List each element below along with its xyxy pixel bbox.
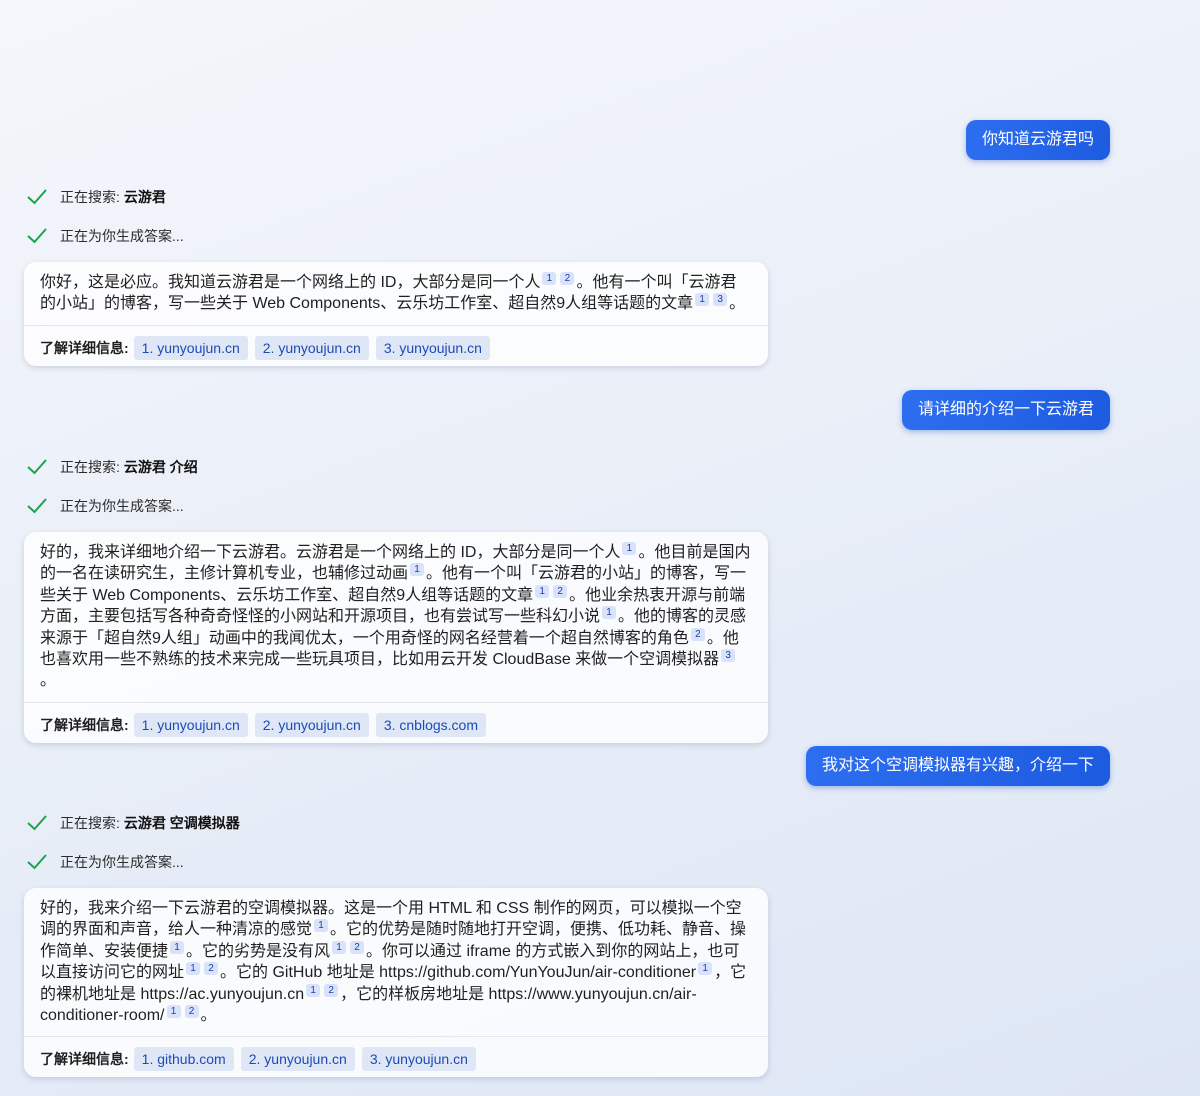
user-message: 我对这个空调模拟器有兴趣，介绍一下 [805, 746, 1110, 786]
checkmark-icon [27, 498, 47, 514]
search-query: 云游君 空调模拟器 [123, 815, 240, 831]
citation-marker[interactable]: 2 [324, 983, 339, 997]
search-query: 云游君 介绍 [123, 459, 198, 475]
generating-label: 正在为你生成答案... [60, 854, 184, 870]
user-message: 请详细的介绍一下云游君 [901, 390, 1110, 430]
user-message: 你知道云游君吗 [965, 120, 1110, 160]
source-link[interactable]: 1. yunyoujun.cn [133, 712, 248, 737]
answer-text: 好的，我来介绍一下云游君的空调模拟器。这是一个用 HTML 和 CSS 制作的网… [24, 888, 768, 1036]
citation-marker[interactable]: 1 [698, 962, 713, 976]
source-link[interactable]: 3. yunyoujun.cn [375, 335, 490, 360]
citation-marker[interactable]: 2 [690, 627, 705, 641]
citation-marker[interactable]: 3 [721, 649, 736, 663]
citation-marker[interactable]: 1 [622, 542, 637, 555]
sources-bar: 了解详细信息: 1. yunyoujun.cn 2. yunyoujun.cn … [24, 701, 768, 743]
sources-bar: 了解详细信息: 1. github.com 2. yunyoujun.cn 3.… [24, 1036, 768, 1077]
citation-marker[interactable]: 2 [350, 940, 365, 954]
citation-marker[interactable]: 1 [410, 563, 425, 577]
sources-label: 了解详细信息: [40, 716, 129, 733]
searching-label: 正在搜索: [60, 189, 120, 205]
generating-status: 正在为你生成答案... [26, 225, 184, 247]
answer-segment: 。 [40, 672, 57, 690]
answer-segment: 好的，我来详细地介绍一下云游君。云游君是一个网络上的 ID，大部分是同一个人 [40, 544, 621, 561]
generating-label: 正在为你生成答案... [60, 498, 184, 514]
answer-segment: 你好，这是必应。我知道云游君是一个网络上的 ID，大部分是同一个人 [40, 274, 541, 291]
checkmark-icon [27, 228, 47, 244]
generating-label: 正在为你生成答案... [60, 228, 184, 244]
citation-marker[interactable]: 1 [166, 1005, 181, 1019]
citation-marker[interactable]: 2 [184, 1005, 199, 1019]
answer-segment: 。 [729, 295, 746, 313]
citation-marker[interactable]: 1 [186, 962, 201, 976]
answer-segment: 。它的劣势是没有风 [186, 942, 331, 960]
checkmark-icon [27, 815, 47, 831]
source-link[interactable]: 2. yunyoujun.cn [240, 1047, 355, 1072]
answer-card: 你好，这是必应。我知道云游君是一个网络上的 ID，大部分是同一个人 1 2 。他有一个… [24, 262, 768, 366]
checkmark-icon [27, 189, 47, 205]
search-status: 正在搜索: 云游君 空调模拟器 [26, 812, 240, 834]
searching-label: 正在搜索: [60, 459, 120, 475]
source-link[interactable]: 2. yunyoujun.cn [254, 712, 369, 737]
citation-marker[interactable]: 1 [314, 919, 329, 933]
citation-marker[interactable]: 1 [542, 272, 557, 285]
answer-card: 好的，我来介绍一下云游君的空调模拟器。这是一个用 HTML 和 CSS 制作的网… [24, 888, 768, 1078]
answer-card: 好的，我来详细地介绍一下云游君。云游君是一个网络上的 ID，大部分是同一个人 1。… [24, 532, 768, 743]
citation-marker[interactable]: 2 [553, 584, 568, 598]
answer-text: 好的，我来详细地介绍一下云游君。云游君是一个网络上的 ID，大部分是同一个人 1。… [24, 532, 768, 702]
sources-bar: 了解详细信息: 1. yunyoujun.cn 2. yunyoujun.cn … [24, 324, 768, 366]
citation-marker[interactable]: 1 [306, 983, 321, 997]
search-query: 云游君 [123, 189, 166, 205]
citation-marker[interactable]: 1 [695, 293, 710, 307]
checkmark-icon [27, 854, 47, 870]
source-link[interactable]: 3. yunyoujun.cn [361, 1047, 476, 1072]
search-status: 正在搜索: 云游君 介绍 [26, 456, 198, 478]
answer-segment: 。 [200, 1007, 217, 1025]
answer-text: 你好，这是必应。我知道云游君是一个网络上的 ID，大部分是同一个人 1 2 。他有一个… [24, 262, 768, 325]
source-link[interactable]: 1. github.com [133, 1047, 234, 1072]
citation-marker[interactable]: 1 [602, 606, 617, 620]
sources-label: 了解详细信息: [40, 339, 129, 356]
citation-marker[interactable]: 2 [204, 962, 219, 976]
checkmark-icon [27, 459, 47, 475]
generating-status: 正在为你生成答案... [26, 495, 184, 517]
source-link[interactable]: 2. yunyoujun.cn [254, 335, 369, 360]
sources-label: 了解详细信息: [40, 1051, 129, 1068]
source-link[interactable]: 3. cnblogs.com [375, 712, 486, 737]
citation-marker[interactable]: 2 [560, 272, 575, 285]
answer-segment: 。它的 GitHub 地址是 https://github.com/YunYou… [220, 964, 697, 982]
generating-status: 正在为你生成答案... [26, 851, 184, 873]
source-link[interactable]: 1. yunyoujun.cn [133, 335, 248, 360]
citation-marker[interactable]: 1 [535, 584, 550, 598]
searching-label: 正在搜索: [60, 815, 120, 831]
citation-marker[interactable]: 3 [713, 293, 728, 307]
citation-marker[interactable]: 1 [332, 940, 347, 954]
search-status: 正在搜索: 云游君 [26, 186, 166, 208]
citation-marker[interactable]: 1 [170, 940, 185, 954]
